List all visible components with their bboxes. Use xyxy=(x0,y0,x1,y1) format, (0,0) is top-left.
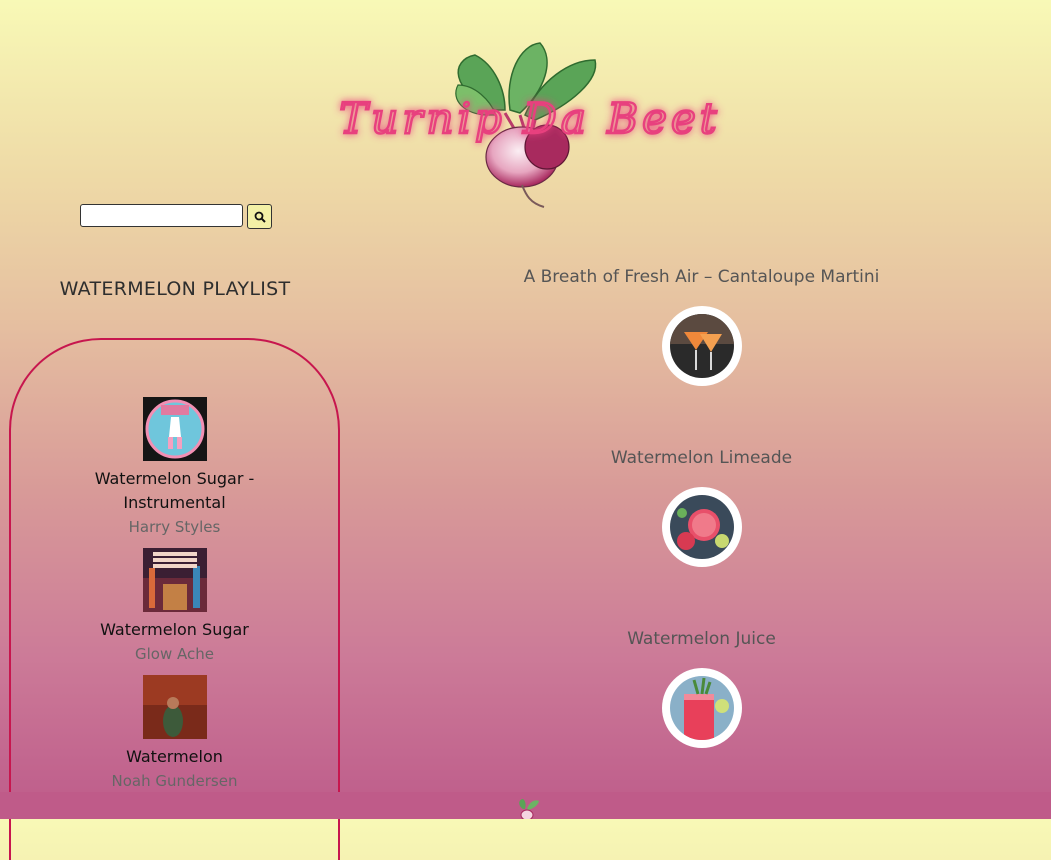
recipe-thumbnail[interactable] xyxy=(661,487,742,567)
beet-footer-icon xyxy=(519,799,539,819)
recipe-thumbnail[interactable] xyxy=(661,668,742,748)
recipe-title[interactable]: Watermelon Limeade xyxy=(450,447,953,469)
track-artist: Harry Styles xyxy=(128,518,221,536)
recipe-card[interactable]: Watermelon Juice xyxy=(450,628,953,748)
recipe-title[interactable]: A Breath of Fresh Air – Cantaloupe Marti… xyxy=(450,266,953,288)
search-icon xyxy=(254,211,266,223)
search-input[interactable] xyxy=(80,204,243,227)
track-name: Watermelon Sugar xyxy=(100,620,249,639)
recipe-card[interactable]: A Breath of Fresh Air – Cantaloupe Marti… xyxy=(450,266,953,386)
playlist-panel: Watermelon Sugar - Instrumental Harry St… xyxy=(9,338,340,860)
search-form xyxy=(80,204,272,229)
playlist-track[interactable]: Watermelon Sugar - Instrumental Harry St… xyxy=(11,397,338,539)
playlist-track[interactable]: Watermelon Sugar Glow Ache xyxy=(11,548,338,666)
track-artist: Glow Ache xyxy=(135,645,214,663)
recipe-title[interactable]: Watermelon Juice xyxy=(450,628,953,650)
beet-logo-icon: Turnip Da Beet xyxy=(338,42,720,208)
playlist-track[interactable]: Watermelon Noah Gundersen xyxy=(11,675,338,793)
track-artist: Noah Gundersen xyxy=(111,772,238,790)
album-art-glow-ache xyxy=(142,548,207,612)
search-button[interactable] xyxy=(247,204,272,229)
track-name: Watermelon xyxy=(126,747,223,766)
site-logo[interactable]: Turnip Da Beet xyxy=(300,35,760,215)
track-name: Watermelon Sugar - Instrumental xyxy=(94,469,255,512)
album-art-fine-line xyxy=(142,397,207,461)
recipe-thumbnail[interactable] xyxy=(661,306,742,386)
cantaloupe-martini-image xyxy=(669,314,734,378)
site-name-text: Turnip Da Beet xyxy=(339,94,720,143)
recipe-card[interactable]: Watermelon Limeade xyxy=(450,447,953,567)
watermelon-juice-image xyxy=(669,676,734,740)
playlist-title: WATERMELON PLAYLIST xyxy=(59,278,291,300)
watermelon-limeade-image xyxy=(669,495,734,559)
album-art-lover xyxy=(142,675,207,739)
